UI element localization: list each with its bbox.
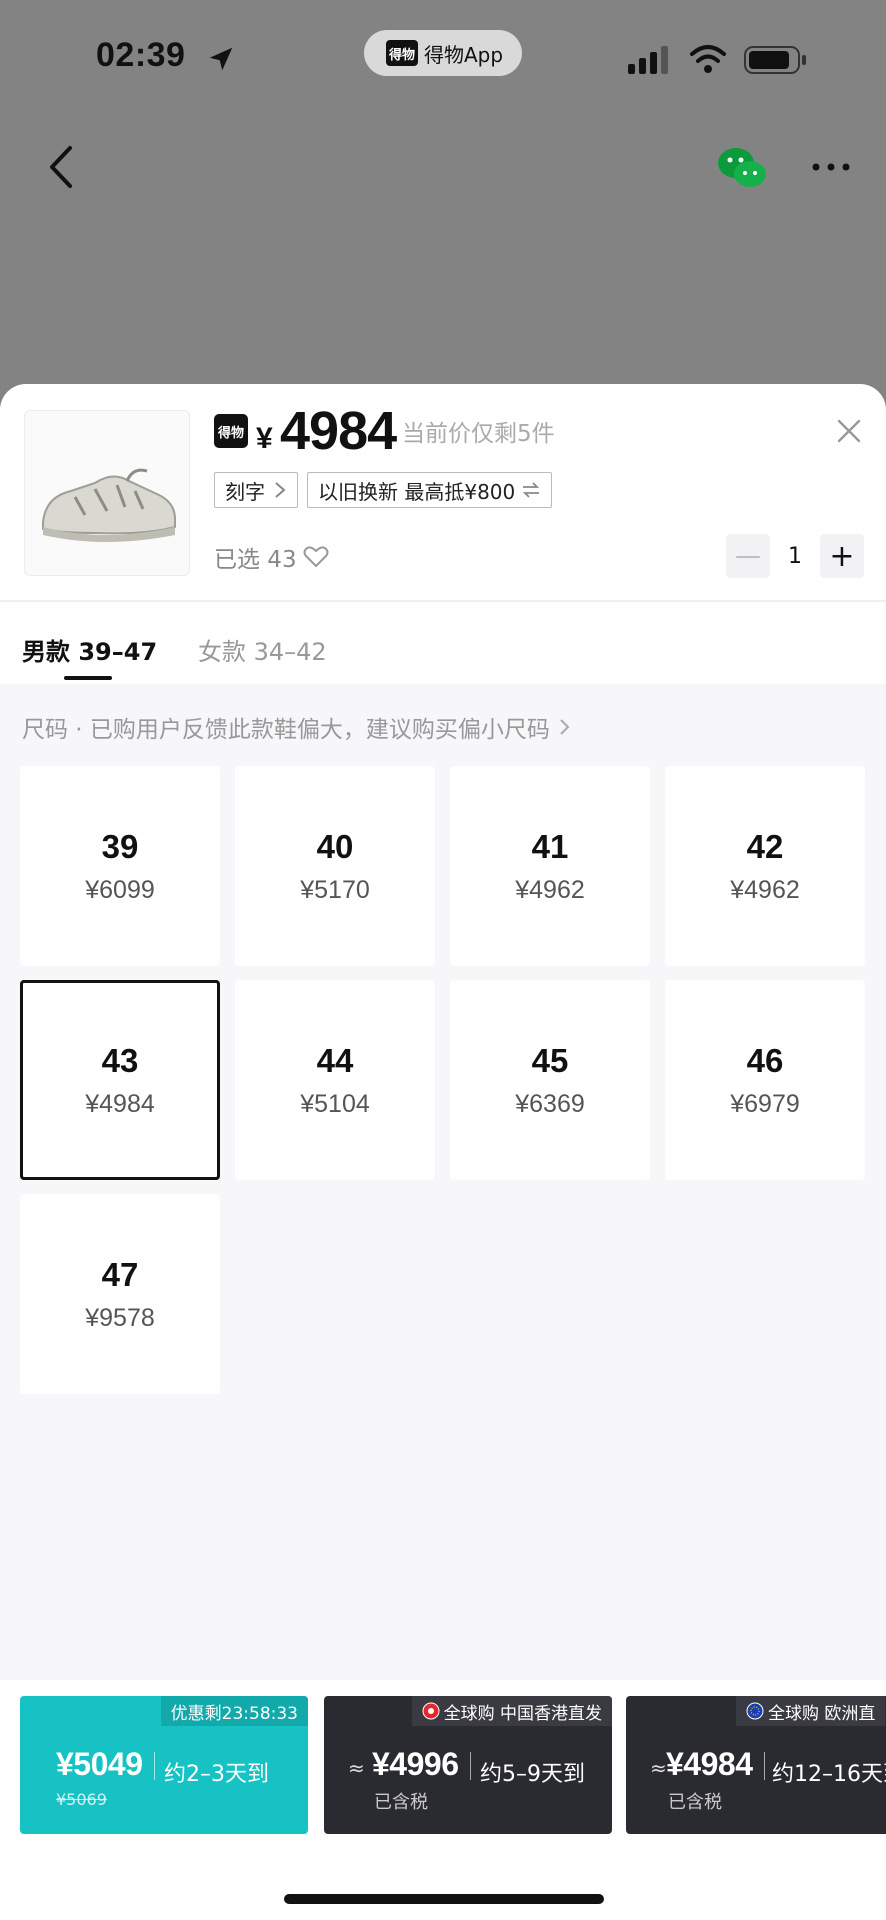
size-option-40[interactable]: 40 ¥5170 <box>235 766 435 966</box>
size-number: 47 <box>101 1255 139 1293</box>
approx-sign: ≈ <box>348 1756 365 1780</box>
option-price: ¥4984 <box>666 1746 753 1782</box>
engraving-tag-label: 刻字 <box>225 479 265 504</box>
discount-timer-badge: 优惠剩23:58:33 <box>160 1696 308 1726</box>
chevron-right-icon <box>275 482 286 498</box>
separator <box>470 1752 471 1780</box>
app-name: 得物App <box>424 42 504 67</box>
selected-size-label: 已选 43 <box>214 547 297 573</box>
option-price: ¥5049 <box>56 1746 143 1782</box>
global-purchase-badge: 全球购 欧洲直 <box>736 1696 886 1726</box>
size-price: ¥5170 <box>300 875 370 904</box>
wifi-icon <box>690 45 726 73</box>
size-price: ¥4962 <box>515 875 585 904</box>
size-number: 40 <box>316 827 354 865</box>
size-picker-sheet: 得物 ¥ 4984 当前价仅剩5件 刻字 以旧换新 最高抵¥800 已选 43 … <box>0 384 886 1920</box>
option-delivery: 约12–16天到 <box>772 1762 886 1787</box>
app-logo: 得物 <box>386 40 418 66</box>
close-icon[interactable] <box>836 418 862 444</box>
size-price: ¥6099 <box>85 875 155 904</box>
size-option-42[interactable]: 42 ¥4962 <box>665 766 865 966</box>
quantity-decrease-button[interactable]: — <box>726 534 770 578</box>
status-bar: 02:39 得物 得物App <box>0 0 886 120</box>
purchase-option-europe[interactable]: 全球购 欧洲直 ≈ ¥4984 约12–16天到 已含税 <box>626 1696 886 1834</box>
badge-text: 全球购 欧洲直 <box>768 1703 876 1724</box>
option-delivery: 约2–3天到 <box>164 1762 269 1787</box>
tax-included: 已含税 <box>668 1792 722 1813</box>
size-price: ¥4962 <box>730 875 800 904</box>
original-price: ¥5069 <box>56 1790 107 1809</box>
gender-tabs: 男款 39–47 女款 34–42 <box>0 602 886 684</box>
app-indicator-pill[interactable]: 得物 得物App <box>364 30 522 76</box>
location-arrow-icon <box>209 47 233 71</box>
product-price: 4984 <box>280 401 397 461</box>
size-price: ¥4984 <box>85 1089 155 1118</box>
size-price: ¥6979 <box>730 1089 800 1118</box>
size-option-45[interactable]: 45 ¥6369 <box>450 980 650 1180</box>
size-number: 45 <box>531 1041 569 1079</box>
option-price: ¥4996 <box>372 1746 459 1782</box>
selected-size: 已选 43 <box>214 540 329 574</box>
stock-note: 当前价仅剩5件 <box>402 421 555 447</box>
swap-icon <box>523 482 540 498</box>
brand-badge: 得物 <box>214 414 248 448</box>
badge-text: 全球购 中国香港直发 <box>443 1703 602 1724</box>
tab-mens[interactable]: 男款 39–47 <box>22 632 157 667</box>
quantity-increase-button[interactable]: + <box>820 534 864 578</box>
engraving-tag[interactable]: 刻字 <box>214 472 298 508</box>
separator <box>764 1752 765 1780</box>
size-number: 43 <box>101 1041 139 1079</box>
size-option-41[interactable]: 41 ¥4962 <box>450 766 650 966</box>
separator <box>154 1752 155 1780</box>
size-number: 39 <box>101 827 139 865</box>
size-tip[interactable]: 尺码 · 已购用户反馈此款鞋偏大，建议购买偏小尺码 <box>22 710 572 744</box>
heart-icon[interactable] <box>303 545 329 569</box>
home-indicator[interactable] <box>284 1894 604 1904</box>
chevron-right-icon <box>560 719 570 735</box>
size-option-39[interactable]: 39 ¥6099 <box>20 766 220 966</box>
size-option-47[interactable]: 47 ¥9578 <box>20 1194 220 1394</box>
size-price: ¥6369 <box>515 1089 585 1118</box>
size-number: 42 <box>746 827 784 865</box>
purchase-option-standard[interactable]: 优惠剩23:58:33 ¥5049 约2–3天到 ¥5069 <box>20 1696 308 1834</box>
currency-symbol: ¥ <box>256 422 273 455</box>
more-dots-icon[interactable] <box>808 152 854 182</box>
sneaker-image <box>42 468 176 542</box>
size-number: 41 <box>531 827 569 865</box>
size-option-46[interactable]: 46 ¥6979 <box>665 980 865 1180</box>
hongkong-flag-icon <box>422 1702 440 1720</box>
tab-womens[interactable]: 女款 34–42 <box>198 632 327 667</box>
purchase-option-hongkong[interactable]: 全球购 中国香港直发 ≈ ¥4996 约5–9天到 已含税 <box>324 1696 612 1834</box>
size-number: 44 <box>316 1041 354 1079</box>
signal-icon <box>628 46 668 74</box>
back-arrow-icon[interactable] <box>44 144 78 190</box>
tax-included: 已含税 <box>374 1792 428 1813</box>
eu-flag-icon <box>746 1702 764 1720</box>
wechat-share-icon[interactable] <box>716 146 768 190</box>
purchase-options-bar: 优惠剩23:58:33 ¥5049 约2–3天到 ¥5069 全球购 中国香港直… <box>0 1680 886 1920</box>
size-price: ¥9578 <box>85 1303 155 1332</box>
approx-sign: ≈ <box>650 1756 667 1780</box>
size-price: ¥5104 <box>300 1089 370 1118</box>
trade-in-tag-label: 以旧换新 最高抵¥800 <box>318 479 516 504</box>
option-delivery: 约5–9天到 <box>480 1762 585 1787</box>
battery-icon <box>744 46 806 74</box>
quantity-value: 1 <box>788 543 802 569</box>
product-thumbnail[interactable] <box>24 410 190 576</box>
size-number: 46 <box>746 1041 784 1079</box>
trade-in-tag[interactable]: 以旧换新 最高抵¥800 <box>307 472 553 508</box>
active-tab-indicator <box>64 676 112 680</box>
size-option-43[interactable]: 43 ¥4984 <box>20 980 220 1180</box>
status-time: 02:39 <box>96 36 186 74</box>
size-tip-text: 尺码 · 已购用户反馈此款鞋偏大，建议购买偏小尺码 <box>22 717 550 743</box>
global-purchase-badge: 全球购 中国香港直发 <box>411 1696 612 1726</box>
size-option-44[interactable]: 44 ¥5104 <box>235 980 435 1180</box>
